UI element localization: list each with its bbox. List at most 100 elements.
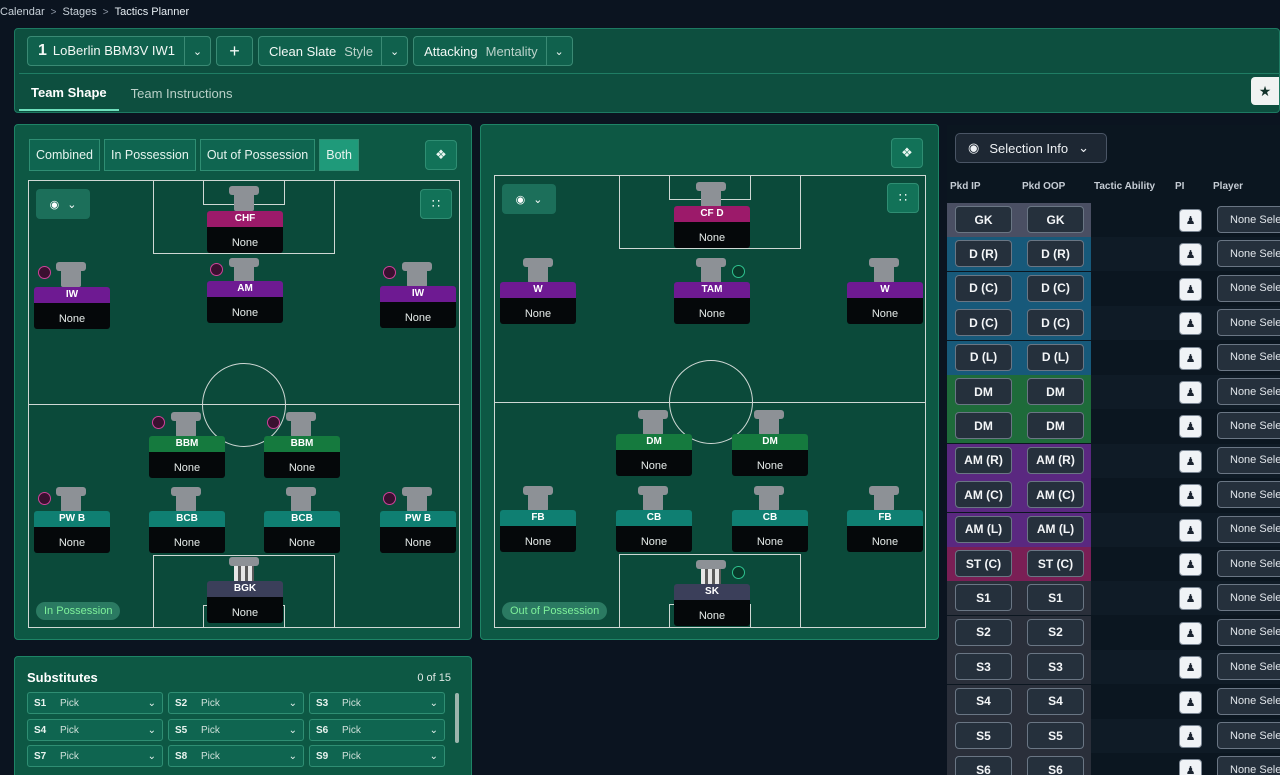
position-ip-button[interactable]: D (C) (955, 274, 1012, 302)
position-oop-button[interactable]: DM (1027, 378, 1084, 405)
player-card-iw-right[interactable]: IW None (380, 286, 456, 328)
star-icon[interactable]: ★ (1251, 77, 1279, 105)
view-in-possession[interactable]: In Possession (103, 139, 196, 171)
player-card-bbm-right[interactable]: BBM None (264, 436, 340, 478)
position-oop-button[interactable]: S3 (1027, 653, 1084, 681)
sub-slot-s8[interactable]: S8 Pick ⌄ (168, 745, 304, 767)
player-instructions-button[interactable]: ♟ (1179, 277, 1202, 301)
add-tactic-button[interactable]: + (216, 36, 253, 66)
sub-slot-s7[interactable]: S7 Pick ⌄ (27, 745, 163, 767)
position-ip-button[interactable]: ST (C) (955, 550, 1012, 577)
position-ip-button[interactable]: GK (955, 206, 1012, 233)
sub-slot-s5[interactable]: S5 Pick ⌄ (168, 719, 304, 741)
player-instructions-button[interactable]: ♟ (1179, 449, 1202, 473)
position-oop-button[interactable]: ST (C) (1027, 550, 1084, 577)
player-instructions-button[interactable]: ♟ (1179, 621, 1202, 645)
mentality-selector[interactable]: Attacking Mentality ⌄ (413, 36, 573, 66)
player-selector[interactable]: None Selected (1217, 378, 1280, 405)
player-card-dm-right[interactable]: DM None (732, 434, 808, 476)
player-instructions-button[interactable]: ♟ (1179, 415, 1202, 439)
player-instructions-button[interactable]: ♟ (1179, 346, 1202, 370)
player-card-bcb-left[interactable]: BCB None (149, 511, 225, 553)
grid-icon[interactable]: ∷ (887, 183, 919, 213)
position-oop-button[interactable]: DM (1027, 412, 1084, 440)
position-oop-button[interactable]: GK (1027, 206, 1084, 233)
player-card-bgk[interactable]: BGK None (207, 581, 283, 623)
player-card-bcb-right[interactable]: BCB None (264, 511, 340, 553)
position-ip-button[interactable]: S3 (955, 653, 1012, 681)
formation-icon[interactable]: ❖ (891, 138, 923, 168)
position-ip-button[interactable]: AM (C) (955, 481, 1012, 509)
player-selector[interactable]: None Selected (1217, 206, 1280, 233)
view-combined[interactable]: Combined (29, 139, 100, 171)
col-player[interactable]: Player (1213, 181, 1243, 192)
player-card-sk[interactable]: SK None (674, 584, 750, 626)
col-pi[interactable]: PI (1175, 181, 1184, 192)
position-oop-button[interactable]: AM (L) (1027, 515, 1084, 543)
tab-team-shape[interactable]: Team Shape (19, 75, 119, 111)
col-tactic-ability[interactable]: Tactic Ability (1094, 181, 1155, 192)
player-instructions-button[interactable]: ♟ (1179, 725, 1202, 748)
player-selector[interactable]: None Selected (1217, 515, 1280, 543)
player-instructions-button[interactable]: ♟ (1179, 484, 1202, 508)
player-card-cb-right[interactable]: CB None (732, 510, 808, 552)
player-selector[interactable]: None Selected (1217, 343, 1280, 371)
sub-slot-s6[interactable]: S6 Pick ⌄ (309, 719, 445, 741)
position-ip-button[interactable]: D (R) (955, 240, 1012, 268)
sub-slot-s9[interactable]: S9 Pick ⌄ (309, 745, 445, 767)
tab-team-instructions[interactable]: Team Instructions (119, 75, 245, 111)
player-selector[interactable]: None Selected (1217, 722, 1280, 749)
player-selector[interactable]: None Selected (1217, 412, 1280, 440)
grid-icon[interactable]: ∷ (420, 189, 452, 219)
position-ip-button[interactable]: AM (R) (955, 446, 1012, 474)
player-selector[interactable]: None Selected (1217, 653, 1280, 681)
view-out-of-possession[interactable]: Out of Possession (199, 139, 316, 171)
player-card-w-right[interactable]: W None (847, 282, 923, 324)
sub-slot-s2[interactable]: S2 Pick ⌄ (168, 692, 304, 714)
visibility-toggle[interactable]: ◉ ⌄ (502, 184, 556, 214)
player-card-bbm-left[interactable]: BBM None (149, 436, 225, 478)
position-oop-button[interactable]: D (C) (1027, 274, 1084, 302)
player-card-cfd[interactable]: CF D None (674, 206, 750, 248)
player-selector[interactable]: None Selected (1217, 618, 1280, 646)
position-oop-button[interactable]: D (L) (1027, 343, 1084, 371)
position-ip-button[interactable]: S4 (955, 687, 1012, 715)
player-selector[interactable]: None Selected (1217, 550, 1280, 577)
position-ip-button[interactable]: D (C) (955, 309, 1012, 337)
breadcrumb-calendar[interactable]: Calendar (0, 6, 45, 18)
selection-info-dropdown[interactable]: ◉ Selection Info ⌄ (955, 133, 1107, 163)
col-pkd-oop[interactable]: Pkd OOP (1022, 181, 1065, 192)
player-selector[interactable]: None Selected (1217, 584, 1280, 612)
position-oop-button[interactable]: S1 (1027, 584, 1084, 612)
player-instructions-button[interactable]: ♟ (1179, 656, 1202, 680)
player-card-dm-left[interactable]: DM None (616, 434, 692, 476)
position-ip-button[interactable]: S6 (955, 756, 1012, 775)
player-instructions-button[interactable]: ♟ (1179, 759, 1202, 775)
position-oop-button[interactable]: S4 (1027, 687, 1084, 715)
player-card-fb-right[interactable]: FB None (847, 510, 923, 552)
position-oop-button[interactable]: AM (R) (1027, 446, 1084, 474)
player-card-am[interactable]: AM None (207, 281, 283, 323)
player-card-iw-left[interactable]: IW None (34, 287, 110, 329)
player-instructions-button[interactable]: ♟ (1179, 312, 1202, 336)
tactic-selector[interactable]: 1 LoBerlin BBM3V IW1 ⌄ (27, 36, 211, 66)
position-ip-button[interactable]: S2 (955, 618, 1012, 646)
player-selector[interactable]: None Selected (1217, 481, 1280, 509)
player-selector[interactable]: None Selected (1217, 309, 1280, 337)
position-oop-button[interactable]: S2 (1027, 618, 1084, 646)
col-pkd-ip[interactable]: Pkd IP (950, 181, 981, 192)
player-instructions-button[interactable]: ♟ (1179, 553, 1202, 576)
position-ip-button[interactable]: S1 (955, 584, 1012, 612)
player-selector[interactable]: None Selected (1217, 446, 1280, 474)
player-selector[interactable]: None Selected (1217, 274, 1280, 302)
view-both[interactable]: Both (319, 139, 359, 171)
position-oop-button[interactable]: D (C) (1027, 309, 1084, 337)
player-instructions-button[interactable]: ♟ (1179, 690, 1202, 714)
player-instructions-button[interactable]: ♟ (1179, 243, 1202, 267)
sub-slot-s1[interactable]: S1 Pick ⌄ (27, 692, 163, 714)
player-instructions-button[interactable]: ♟ (1179, 587, 1202, 611)
position-ip-button[interactable]: DM (955, 378, 1012, 405)
player-card-pwb-left[interactable]: PW B None (34, 511, 110, 553)
sub-slot-s4[interactable]: S4 Pick ⌄ (27, 719, 163, 741)
position-oop-button[interactable]: S6 (1027, 756, 1084, 775)
